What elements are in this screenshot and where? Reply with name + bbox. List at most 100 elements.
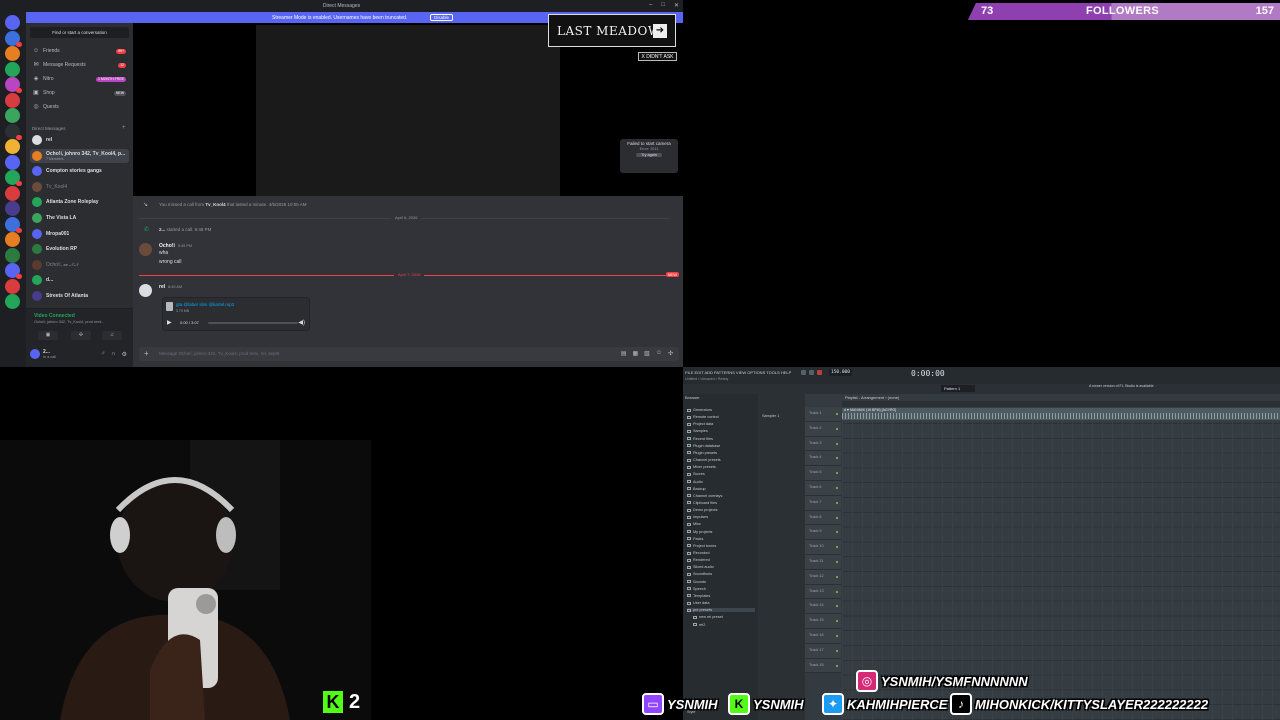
fl-browser-item[interactable]: Recorded bbox=[687, 551, 709, 555]
fl-browser-item[interactable]: Speech bbox=[687, 587, 706, 591]
fl-track-header[interactable]: Track 1 bbox=[805, 407, 841, 422]
dm-item[interactable]: Evolution RP bbox=[30, 242, 129, 256]
message-author-name[interactable]: rel bbox=[159, 284, 165, 290]
fl-track-mute-led[interactable] bbox=[836, 501, 838, 504]
fl-track-header[interactable]: Track 2 bbox=[805, 421, 841, 437]
fl-track-mute-led[interactable] bbox=[836, 516, 838, 519]
server-icon[interactable] bbox=[5, 201, 20, 216]
emoji-icon[interactable]: ☺ bbox=[656, 350, 662, 357]
fl-browser-item[interactable]: pre presets bbox=[687, 608, 755, 613]
server-icon[interactable] bbox=[5, 170, 22, 186]
fl-browser-item[interactable]: Backup bbox=[687, 487, 706, 491]
fl-browser-item[interactable]: Sliced audio bbox=[687, 565, 714, 569]
fl-track-header[interactable]: Track 8 bbox=[805, 510, 841, 526]
fl-browser-item[interactable]: User data bbox=[687, 601, 709, 605]
play-icon[interactable]: ▶ bbox=[167, 319, 172, 326]
fl-track-header[interactable]: Track 11 bbox=[805, 555, 841, 570]
activity-button[interactable]: ✣ bbox=[71, 331, 91, 340]
fl-track-header[interactable]: Track 14 bbox=[805, 599, 841, 615]
close-icon[interactable]: ✕ bbox=[674, 2, 679, 9]
server-icon[interactable] bbox=[5, 278, 20, 294]
call-video-tile[interactable] bbox=[256, 25, 560, 196]
dm-item[interactable]: rel bbox=[30, 133, 129, 147]
fl-track-mute-led[interactable] bbox=[836, 442, 838, 445]
fl-track-header[interactable]: Track 17 bbox=[805, 643, 841, 659]
server-icon[interactable] bbox=[5, 15, 20, 30]
avatar[interactable] bbox=[139, 284, 152, 297]
nav-item-message-requests[interactable]: ✉ Message Requests 12 bbox=[30, 59, 129, 71]
server-icon[interactable] bbox=[5, 108, 20, 123]
server-icon[interactable] bbox=[5, 30, 22, 47]
fl-track-header[interactable]: Track 4 bbox=[805, 451, 841, 467]
fl-browser-item[interactable]: Mixer presets bbox=[687, 465, 716, 469]
server-icon[interactable] bbox=[5, 263, 22, 279]
disable-streamer-button[interactable]: Disable bbox=[430, 14, 454, 21]
fl-track-mute-led[interactable] bbox=[836, 605, 838, 608]
server-icon[interactable] bbox=[5, 216, 22, 233]
dm-item[interactable]: Ocho!i, 𝓍𝓍 𝒩𝒩 bbox=[30, 258, 129, 272]
server-icon[interactable] bbox=[5, 294, 20, 309]
fl-browser-item[interactable]: Misc bbox=[687, 522, 701, 526]
fl-browser-item[interactable]: Samples bbox=[687, 429, 708, 433]
stop-icon[interactable] bbox=[809, 370, 814, 375]
fl-browser-item[interactable]: Packs bbox=[687, 537, 703, 541]
dm-item[interactable]: The Vista LA bbox=[30, 211, 129, 225]
fl-browser-item[interactable]: Templates bbox=[687, 594, 710, 598]
fl-track-mute-led[interactable] bbox=[836, 590, 838, 593]
fl-tempo[interactable]: 150.000 bbox=[829, 369, 852, 376]
dm-item[interactable]: Mropa001 bbox=[30, 227, 129, 241]
dm-item[interactable]: Ocho!i, johnro 342, Tv_Kool4, p... 7 Memb… bbox=[30, 148, 129, 163]
fl-browser-item[interactable]: Impulses bbox=[687, 515, 708, 519]
audio-file-name[interactable]: gta @laber slim @kartel.mp3 bbox=[176, 302, 234, 307]
server-icon[interactable] bbox=[5, 77, 22, 93]
fl-browser-item[interactable]: Audio bbox=[687, 480, 703, 484]
mic-icon[interactable]: ♂ bbox=[101, 351, 106, 358]
gift-icon[interactable]: ▤ bbox=[621, 350, 627, 357]
server-icon[interactable] bbox=[5, 123, 22, 140]
fl-track-header[interactable]: Track 6 bbox=[805, 481, 841, 496]
message-input[interactable]: Message Ocho!i, johnro 342, Tv_Kool4, pr… bbox=[159, 351, 279, 356]
message-composer[interactable]: + Message Ocho!i, johnro 342, Tv_Kool4, … bbox=[139, 347, 679, 361]
gear-icon[interactable]: ⚙ bbox=[122, 351, 127, 358]
fl-browser-item[interactable]: Channel presets bbox=[687, 458, 721, 462]
fl-track-mute-led[interactable] bbox=[836, 531, 838, 534]
fl-browser-item[interactable]: Rendered bbox=[687, 558, 710, 562]
fl-browser-item[interactable]: Scores bbox=[687, 472, 705, 476]
fl-track-header[interactable]: Track 9 bbox=[805, 525, 841, 541]
server-icon[interactable] bbox=[5, 247, 20, 263]
dm-item[interactable]: Compton stories gangs bbox=[30, 164, 129, 178]
fl-pattern-selector[interactable]: Pattern 1 bbox=[941, 385, 975, 392]
fl-track-header[interactable]: Track 10 bbox=[805, 540, 841, 555]
fl-track-header[interactable]: Track 7 bbox=[805, 495, 841, 511]
fl-track-header[interactable]: Track 3 bbox=[805, 436, 841, 452]
minimize-icon[interactable]: – bbox=[649, 2, 652, 9]
nav-item-friends[interactable]: ☺ Friends 99+ bbox=[30, 45, 129, 57]
fl-browser-item[interactable]: Sounds bbox=[687, 580, 706, 584]
fl-track-header[interactable]: Track 13 bbox=[805, 584, 841, 600]
missed-call-user[interactable]: Tv_Kool4 bbox=[205, 202, 225, 207]
fl-browser-item[interactable]: Demo projects bbox=[687, 508, 717, 512]
volume-icon[interactable]: ◀) bbox=[298, 319, 305, 326]
dm-item[interactable]: Atlanta Zone Roleplay bbox=[30, 195, 129, 209]
fl-browser-item[interactable]: Generators bbox=[687, 408, 712, 412]
fl-track-mute-led[interactable] bbox=[836, 649, 838, 652]
nav-item-quests[interactable]: ◎ Quests bbox=[30, 101, 129, 113]
server-icon[interactable] bbox=[5, 154, 20, 170]
nav-item-shop[interactable]: ▣ Shop NEW bbox=[30, 87, 129, 99]
fl-browser-item[interactable]: rel2 bbox=[693, 623, 705, 627]
fl-track-mute-led[interactable] bbox=[836, 546, 838, 549]
server-icon[interactable] bbox=[5, 92, 20, 108]
try-again-button[interactable]: Try again bbox=[636, 153, 662, 157]
started-call-user[interactable]: 2... bbox=[159, 227, 165, 232]
dm-item[interactable]: Tv_Kool4 bbox=[30, 180, 129, 194]
avatar[interactable] bbox=[30, 349, 40, 359]
dm-item[interactable]: d... bbox=[30, 273, 129, 287]
fl-track-header[interactable]: Track 12 bbox=[805, 569, 841, 585]
server-icon[interactable] bbox=[5, 61, 20, 77]
message-author[interactable]: Ocho!i 9:49 PM bbox=[159, 243, 192, 249]
create-dm-icon[interactable]: + bbox=[122, 125, 126, 131]
fl-menu[interactable]: FILE EDIT ADD PATTERNS VIEW OPTIONS TOOL… bbox=[685, 370, 791, 375]
fl-track-mute-led[interactable] bbox=[836, 635, 838, 637]
fl-browser-item[interactable]: My projects bbox=[687, 530, 712, 534]
maximize-icon[interactable]: □ bbox=[661, 2, 665, 9]
